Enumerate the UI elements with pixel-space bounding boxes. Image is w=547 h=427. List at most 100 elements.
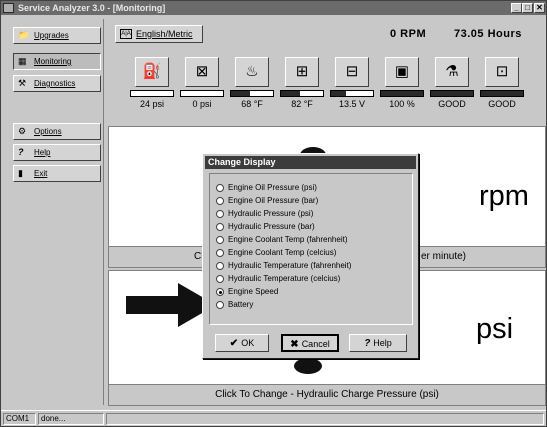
gauge-value: 24 psi bbox=[139, 99, 165, 109]
gauge-bar bbox=[130, 90, 174, 97]
radio-button[interactable] bbox=[216, 223, 224, 231]
sidebar: 📁 Upgrades ▦ Monitoring ⚒ Diagnostics ⚙ … bbox=[4, 19, 104, 405]
option-coolant-celcius[interactable]: Engine Coolant Temp (celcius) bbox=[216, 247, 336, 259]
battery-icon[interactable]: ⊟ bbox=[335, 57, 369, 87]
upper-unit-label: rpm bbox=[479, 180, 529, 212]
options-button[interactable]: ⚙ Options bbox=[13, 123, 101, 140]
option-hydraulic-pressure-psi[interactable]: Hydraulic Pressure (psi) bbox=[216, 208, 313, 220]
monitoring-label: Monitoring bbox=[34, 57, 72, 66]
option-hydraulic-temp-fahrenheit[interactable]: Hydraulic Temperature (fahrenheit) bbox=[216, 260, 351, 272]
option-label: Engine Coolant Temp (fahrenheit) bbox=[228, 235, 348, 244]
diagnostics-icon: ⚒ bbox=[18, 78, 27, 88]
option-label: Hydraulic Temperature (fahrenheit) bbox=[228, 261, 352, 270]
dialog-title: Change Display bbox=[205, 156, 416, 169]
gauge-value: GOOD bbox=[438, 99, 466, 109]
english-metric-label: English/Metric bbox=[136, 29, 193, 39]
app-icon[interactable] bbox=[3, 3, 14, 13]
option-coolant-fahrenheit[interactable]: Engine Coolant Temp (fahrenheit) bbox=[216, 234, 347, 246]
diagnostics-label: Diagnostics bbox=[34, 79, 76, 88]
monitoring-icon: ▦ bbox=[18, 56, 27, 66]
diagnostics-button[interactable]: ⚒ Diagnostics bbox=[13, 75, 101, 92]
cancel-label: Cancel bbox=[301, 339, 330, 349]
exit-icon: ▮ bbox=[18, 168, 23, 178]
radio-button[interactable] bbox=[216, 184, 224, 192]
rpm-readout: 0 RPM bbox=[390, 28, 427, 40]
option-label: Engine Oil Pressure (psi) bbox=[228, 183, 317, 192]
radio-button[interactable] bbox=[216, 262, 224, 270]
gauge-value: 100 % bbox=[389, 99, 415, 109]
radio-button[interactable] bbox=[216, 197, 224, 205]
cancel-x-icon: ✖ bbox=[290, 339, 299, 350]
option-battery[interactable]: Battery bbox=[216, 299, 253, 311]
radio-button[interactable] bbox=[216, 236, 224, 244]
radio-button[interactable] bbox=[216, 275, 224, 283]
gauge-value: 13.5 V bbox=[338, 99, 366, 109]
option-label: Hydraulic Temperature (celcius) bbox=[228, 274, 341, 283]
exit-button[interactable]: ▮ Exit bbox=[13, 165, 101, 182]
option-hydraulic-temp-celcius[interactable]: Hydraulic Temperature (celcius) bbox=[216, 273, 340, 285]
upgrades-label: Upgrades bbox=[34, 31, 69, 40]
option-label: Hydraulic Pressure (psi) bbox=[228, 209, 314, 218]
option-label: Engine Oil Pressure (bar) bbox=[228, 196, 319, 205]
gauge-fill bbox=[331, 91, 346, 96]
exit-label: Exit bbox=[34, 169, 48, 178]
gauge-bar bbox=[380, 90, 424, 97]
option-engine-speed[interactable]: Engine Speed bbox=[216, 286, 278, 298]
fuel-icon[interactable]: ▣ bbox=[385, 57, 419, 87]
gauge-fill bbox=[281, 91, 300, 96]
monitoring-button[interactable]: ▦ Monitoring bbox=[13, 53, 101, 70]
hydraulic-filter-icon[interactable]: ⊡ bbox=[485, 57, 519, 87]
cancel-button[interactable]: ✖ Cancel bbox=[281, 334, 339, 352]
gauge-fill bbox=[231, 91, 250, 96]
dialog-help-button[interactable]: ? Help bbox=[349, 334, 407, 352]
lower-click-to-change[interactable]: Click To Change - Hydraulic Charge Press… bbox=[109, 384, 545, 405]
ok-button[interactable]: ✔ OK bbox=[215, 334, 269, 352]
dial-needle bbox=[294, 358, 322, 374]
options-icon: ⚙ bbox=[18, 126, 27, 136]
radio-button[interactable] bbox=[216, 249, 224, 257]
minimize-button[interactable]: _ bbox=[511, 3, 522, 13]
checkmark-icon: ✔ bbox=[229, 338, 239, 349]
option-label: Engine Coolant Temp (celcius) bbox=[228, 248, 337, 257]
options-label: Options bbox=[34, 127, 62, 136]
oil-can-icon[interactable]: ⛽ bbox=[135, 57, 169, 87]
gauge-value: GOOD bbox=[488, 99, 516, 109]
port-status: COM1 bbox=[3, 413, 36, 425]
gauge-bar bbox=[280, 90, 324, 97]
hydraulic-pressure-icon[interactable]: ⊠ bbox=[185, 57, 219, 87]
status-panel bbox=[106, 413, 544, 425]
ok-label: OK bbox=[241, 338, 255, 348]
close-button[interactable]: ✕ bbox=[534, 3, 545, 13]
radio-button-selected[interactable] bbox=[216, 288, 224, 296]
change-display-dialog: Change Display Engine Oil Pressure (psi)… bbox=[202, 153, 419, 359]
units-icon: A|A bbox=[120, 29, 132, 39]
hydraulic-temp-icon[interactable]: ⊞ bbox=[285, 57, 319, 87]
upper-click-text-right: er minute) bbox=[421, 251, 467, 262]
title-bar[interactable]: Service Analyzer 3.0 - [Monitoring] _ □ … bbox=[1, 1, 546, 15]
upgrades-button[interactable]: 📁 Upgrades bbox=[13, 27, 101, 44]
coolant-temp-icon[interactable]: ♨ bbox=[235, 57, 269, 87]
gauge-value: 82 °F bbox=[291, 99, 313, 109]
upgrades-icon: 📁 bbox=[18, 30, 30, 40]
lower-unit-label: psi bbox=[476, 313, 514, 345]
option-label: Hydraulic Pressure (bar) bbox=[228, 222, 315, 231]
gauge-bar bbox=[480, 90, 524, 97]
help-label: Help bbox=[34, 148, 51, 157]
filter-icon[interactable]: ⚗ bbox=[435, 57, 469, 87]
option-hydraulic-pressure-bar[interactable]: Hydraulic Pressure (bar) bbox=[216, 221, 315, 233]
status-bar: COM1 done... bbox=[1, 410, 546, 426]
english-metric-button[interactable]: A|A English/Metric bbox=[115, 25, 203, 43]
radio-button[interactable] bbox=[216, 301, 224, 309]
restore-button[interactable]: □ bbox=[522, 3, 533, 13]
option-label: Battery bbox=[228, 300, 254, 309]
gauge-bar bbox=[180, 90, 224, 97]
option-engine-oil-bar[interactable]: Engine Oil Pressure (bar) bbox=[216, 195, 318, 207]
option-engine-oil-psi[interactable]: Engine Oil Pressure (psi) bbox=[216, 182, 317, 194]
help-button[interactable]: ? Help bbox=[13, 144, 101, 161]
option-label: Engine Speed bbox=[228, 287, 279, 296]
help-icon: ? bbox=[18, 147, 24, 157]
radio-button[interactable] bbox=[216, 210, 224, 218]
display-options-group: Engine Oil Pressure (psi) Engine Oil Pre… bbox=[209, 173, 413, 325]
question-mark-icon: ? bbox=[364, 338, 371, 349]
app-window: Service Analyzer 3.0 - [Monitoring] _ □ … bbox=[0, 0, 547, 427]
